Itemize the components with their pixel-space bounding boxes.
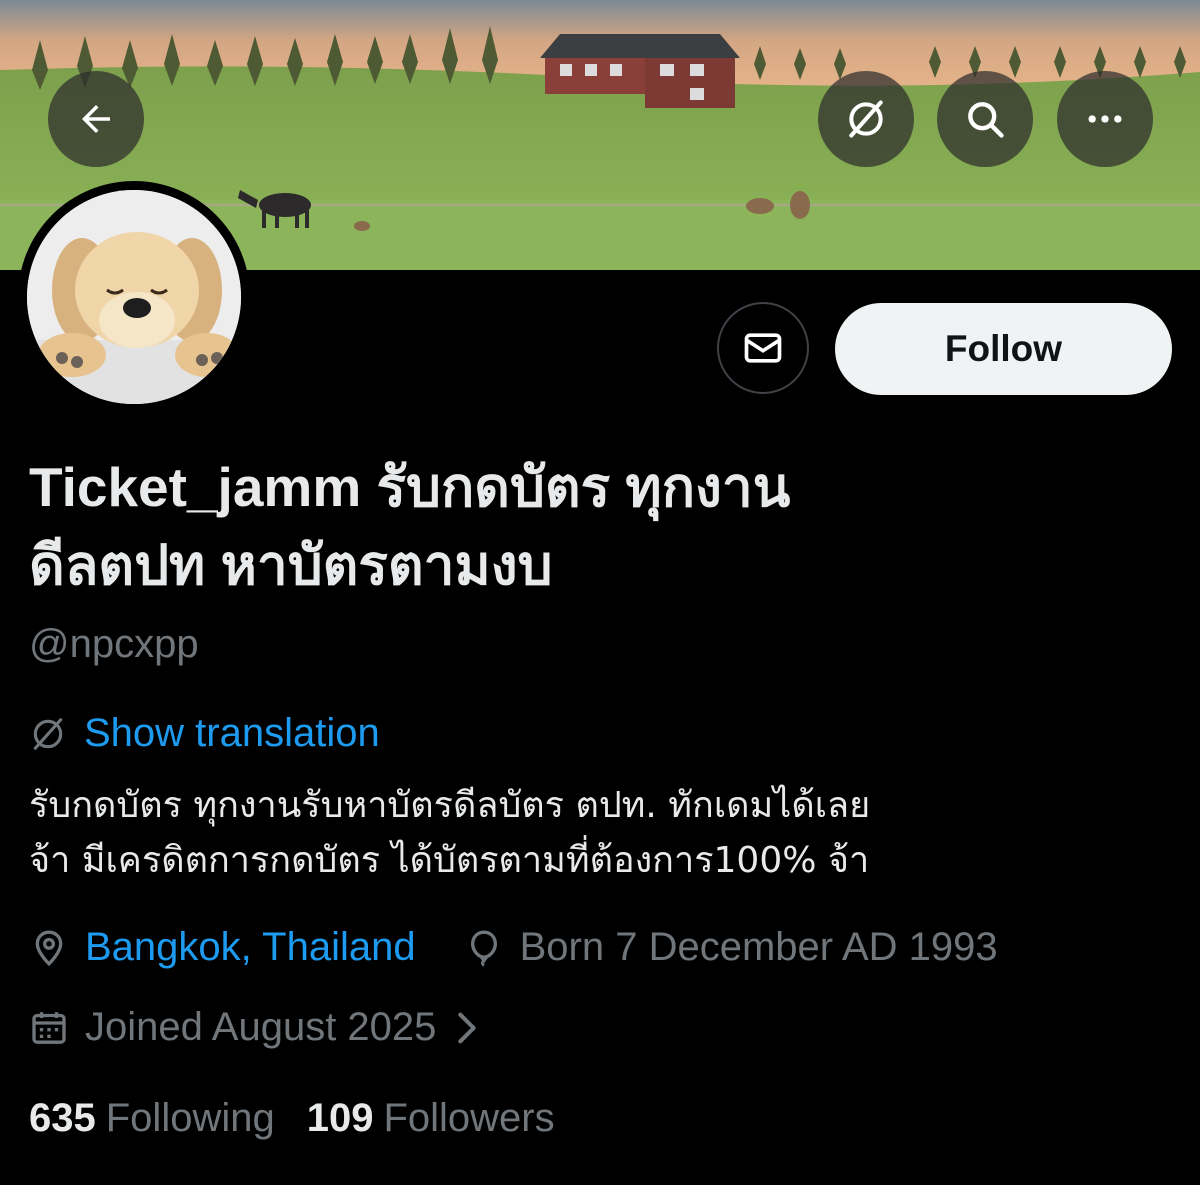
avatar-image — [27, 190, 241, 404]
translate-globe-icon — [849, 100, 883, 138]
show-translation-link[interactable]: Show translation — [84, 711, 380, 756]
birthday-text: Born 7 December AD 1993 — [519, 925, 998, 969]
back-button[interactable] — [48, 71, 144, 167]
search-button[interactable] — [937, 71, 1033, 167]
chevron-right-icon — [458, 1012, 477, 1043]
joined-row[interactable]: Joined August 2025 — [29, 1005, 484, 1050]
more-options-button[interactable] — [1057, 71, 1153, 167]
birthday-item: Born 7 December AD 1993 — [464, 925, 998, 970]
joined-item[interactable]: Joined August 2025 — [29, 1005, 484, 1050]
followers-stat[interactable]: 109 Followers — [307, 1096, 555, 1141]
location-item[interactable]: Bangkok, Thailand — [29, 925, 416, 970]
follow-button[interactable]: Follow — [835, 303, 1172, 395]
search-icon — [968, 102, 1004, 138]
translate-icon — [33, 717, 63, 750]
display-name-line-1: Ticket_jamm รับกดบัตร ทุกงาน — [29, 456, 791, 518]
joined-text: Joined August 2025 — [85, 1005, 437, 1049]
balloon-icon — [470, 929, 497, 967]
bio: รับกดบัตร ทุกงานรับหาบัตรดีลบัตร ตปท. ทั… — [29, 778, 1179, 888]
following-stat[interactable]: 635 Following — [29, 1096, 275, 1141]
profile-meta-row: Bangkok, Thailand Born 7 December AD 199… — [29, 925, 998, 970]
puppy-avatar-picture — [27, 190, 241, 404]
bio-line-1: รับกดบัตร ทุกงานรับหาบัตรดีลบัตร ตปท. ทั… — [29, 785, 871, 826]
show-translation-row[interactable]: Show translation — [29, 711, 380, 756]
followers-label: Followers — [383, 1096, 555, 1140]
location-link[interactable]: Bangkok, Thailand — [85, 925, 416, 970]
display-name-line-2: ดีลตปท หาบัตรตามงบ — [29, 534, 553, 596]
user-handle: @npcxpp — [29, 622, 199, 666]
message-button[interactable] — [717, 302, 809, 394]
translate-button[interactable] — [818, 71, 914, 167]
follow-stats: 635 Following 109 Followers — [29, 1096, 555, 1141]
avatar[interactable] — [18, 181, 250, 413]
followers-count: 109 — [306, 1096, 374, 1140]
envelope-icon — [744, 333, 782, 363]
following-label: Following — [105, 1096, 275, 1140]
following-count: 635 — [29, 1096, 96, 1140]
arrow-left-icon — [82, 105, 110, 133]
more-horizontal-icon — [1088, 115, 1122, 123]
bio-line-2: จ้า มีเครดิตการกดบัตร ได้บัตรตามที่ต้องก… — [29, 840, 870, 881]
display-name: Ticket_jamm รับกดบัตร ทุกงาน ดีลตปท หาบั… — [29, 448, 1029, 604]
calendar-icon — [32, 1011, 66, 1044]
location-pin-icon — [35, 929, 63, 966]
